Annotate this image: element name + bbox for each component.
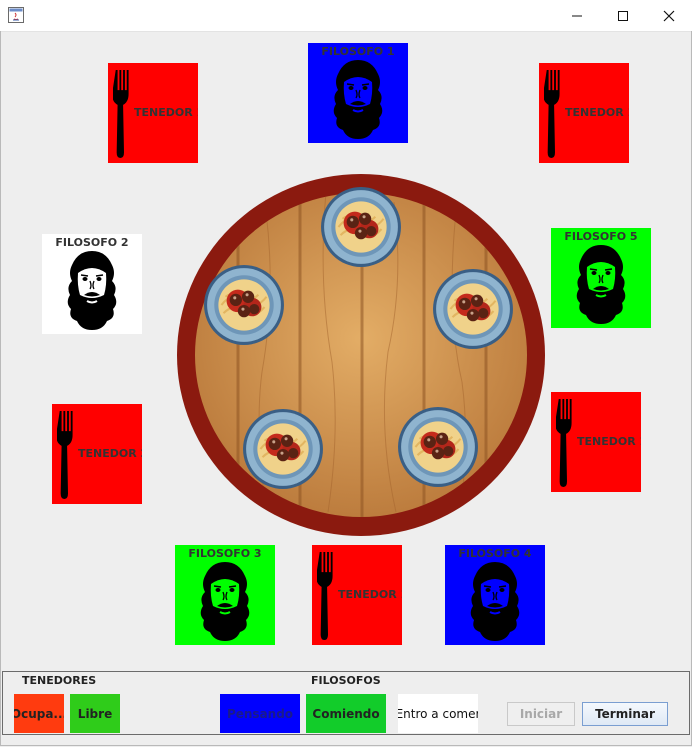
legend-libre-label: Libre <box>77 706 113 721</box>
philosopher-face-icon <box>193 562 257 642</box>
forks-legend-title: TENEDORES <box>22 674 97 687</box>
philosopher-face-icon <box>569 245 633 325</box>
fork-card-5: TENEDOR 1 <box>312 545 402 645</box>
legend-comiendo-label: Comiendo <box>312 706 380 721</box>
legend-libre: Libre <box>70 694 120 733</box>
spaghetti-plate-2 <box>203 264 285 346</box>
fork-card-4: TENEDOR 1 <box>551 392 641 492</box>
terminar-button[interactable]: Terminar <box>582 702 668 726</box>
title-bar <box>0 0 692 32</box>
fork-card-3: TENEDOR 2 <box>52 404 142 504</box>
philosopher-card-5: FILOSOFO 5 <box>551 228 651 328</box>
philosopher-face-icon <box>60 251 124 331</box>
iniciar-button[interactable]: Iniciar <box>507 702 575 726</box>
fork-icon <box>57 407 79 503</box>
legend-ocupado-label: Ocupa... <box>14 706 64 721</box>
philosopher-card-3: FILOSOFO 3 <box>175 545 275 645</box>
fork-card-2: TENEDOR 1 <box>539 63 629 163</box>
legend-entro-label: Entro a comer <box>398 706 478 721</box>
maximize-icon <box>618 10 628 21</box>
spaghetti-plate-1 <box>320 186 402 268</box>
fork-label: TENEDOR 2 <box>78 447 142 460</box>
minimize-icon <box>572 15 582 16</box>
legend-entro: Entro a comer <box>398 694 478 733</box>
philosopher-label: FILOSOFO 1 <box>321 45 395 58</box>
philosopher-label: FILOSOFO 4 <box>458 547 532 560</box>
philosopher-face-icon <box>463 562 527 642</box>
fork-label: TENEDOR 1 <box>134 106 198 119</box>
legend-comiendo: Comiendo <box>306 694 386 733</box>
fork-icon <box>317 548 339 644</box>
philosopher-face-icon <box>326 60 390 140</box>
legend-pensando: Pensando <box>220 694 300 733</box>
philosopher-label: FILOSOFO 5 <box>564 230 638 243</box>
fork-label: TENEDOR 1 <box>565 106 629 119</box>
close-icon <box>663 10 675 21</box>
legend-ocupado: Ocupa... <box>14 694 64 733</box>
java-app-icon <box>8 7 24 23</box>
legend-panel: TENEDORES FILOSOFOS Ocupa... Libre Pensa… <box>2 671 690 735</box>
fork-label: TENEDOR 1 <box>338 588 402 601</box>
legend-pensando-label: Pensando <box>226 706 294 721</box>
terminar-button-label: Terminar <box>595 707 655 721</box>
philosopher-label: FILOSOFO 2 <box>55 236 129 249</box>
minimize-button[interactable] <box>554 0 600 31</box>
philosophers-legend-title: FILOSOFOS <box>311 674 381 687</box>
spaghetti-plate-5 <box>397 406 479 488</box>
spaghetti-plate-4 <box>242 408 324 490</box>
fork-card-1: TENEDOR 1 <box>108 63 198 163</box>
maximize-button[interactable] <box>600 0 646 31</box>
fork-icon <box>544 66 566 162</box>
fork-label: TENEDOR 1 <box>577 435 641 448</box>
dining-table <box>176 172 546 538</box>
fork-icon <box>556 395 578 491</box>
philosopher-card-4: FILOSOFO 4 <box>445 545 545 645</box>
fork-icon <box>113 66 135 162</box>
philosopher-card-1: FILOSOFO 1 <box>308 43 408 143</box>
close-button[interactable] <box>646 0 692 31</box>
philosopher-card-2: FILOSOFO 2 <box>42 234 142 334</box>
philosopher-label: FILOSOFO 3 <box>188 547 262 560</box>
iniciar-button-label: Iniciar <box>519 707 563 721</box>
spaghetti-plate-3 <box>432 268 514 350</box>
